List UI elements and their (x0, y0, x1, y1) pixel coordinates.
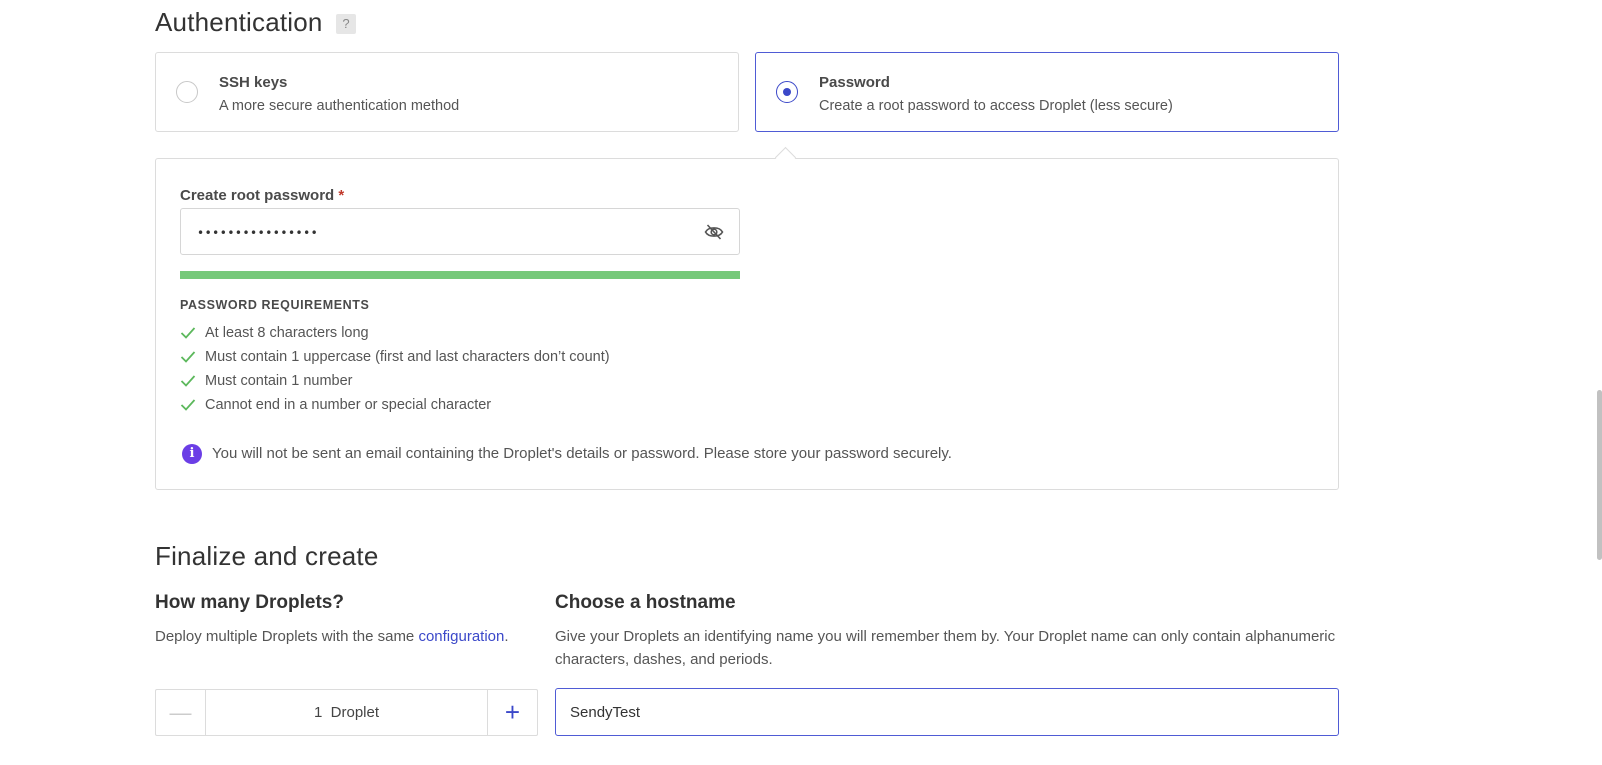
check-icon (180, 399, 196, 411)
auth-option-password[interactable]: Password Create a root password to acces… (755, 52, 1339, 132)
ssh-keys-title: SSH keys (219, 74, 288, 91)
info-icon: i (182, 444, 202, 464)
required-mark: * (338, 187, 345, 204)
password-description: Create a root password to access Droplet… (819, 98, 1173, 114)
droplet-quantity-stepper: — 1 Droplet + (155, 689, 538, 736)
page-scrollbar[interactable] (1597, 390, 1602, 560)
configuration-link[interactable]: configuration (418, 628, 504, 645)
root-password-input[interactable] (195, 209, 699, 256)
check-icon (180, 351, 196, 363)
hostname-title: Choose a hostname (555, 592, 736, 613)
root-password-label: Create root password * (180, 187, 345, 204)
password-requirements-title: PASSWORD REQUIREMENTS (180, 298, 370, 312)
help-icon[interactable]: ? (336, 14, 357, 34)
password-panel: Create root password * PASSWORD REQUIREM… (155, 158, 1339, 490)
root-password-field (180, 208, 740, 256)
password-strength-meter (180, 271, 740, 279)
eye-slash-icon[interactable] (704, 223, 724, 246)
ssh-keys-radio[interactable] (176, 81, 198, 103)
hostname-description: Give your Droplets an identifying name y… (555, 628, 1336, 668)
authentication-heading: Authentication ? (155, 7, 357, 38)
finalize-heading: Finalize and create (155, 541, 379, 571)
check-icon (180, 327, 196, 339)
droplet-count-description: Deploy multiple Droplets with the same c… (155, 628, 509, 645)
droplet-count-value: 1 Droplet (313, 704, 380, 721)
auth-option-ssh-keys[interactable]: SSH keys A more secure authentication me… (155, 52, 739, 132)
password-strength-fill (180, 271, 740, 279)
decrement-button[interactable]: — (156, 690, 206, 735)
increment-button[interactable]: + (487, 690, 537, 735)
notice-text: You will not be sent an email containing… (212, 445, 952, 462)
requirement-item: Must contain 1 number (180, 371, 610, 395)
password-requirements-list: At least 8 characters long Must contain … (180, 323, 610, 419)
password-title: Password (819, 74, 890, 91)
check-icon (180, 375, 196, 387)
requirement-item: At least 8 characters long (180, 323, 610, 347)
ssh-keys-description: A more secure authentication method (219, 98, 460, 114)
droplet-count-title: How many Droplets? (155, 592, 344, 613)
requirement-item: Must contain 1 uppercase (first and last… (180, 347, 610, 371)
hostname-input[interactable] (555, 688, 1339, 736)
password-radio[interactable] (776, 81, 798, 103)
requirement-item: Cannot end in a number or special charac… (180, 395, 610, 419)
